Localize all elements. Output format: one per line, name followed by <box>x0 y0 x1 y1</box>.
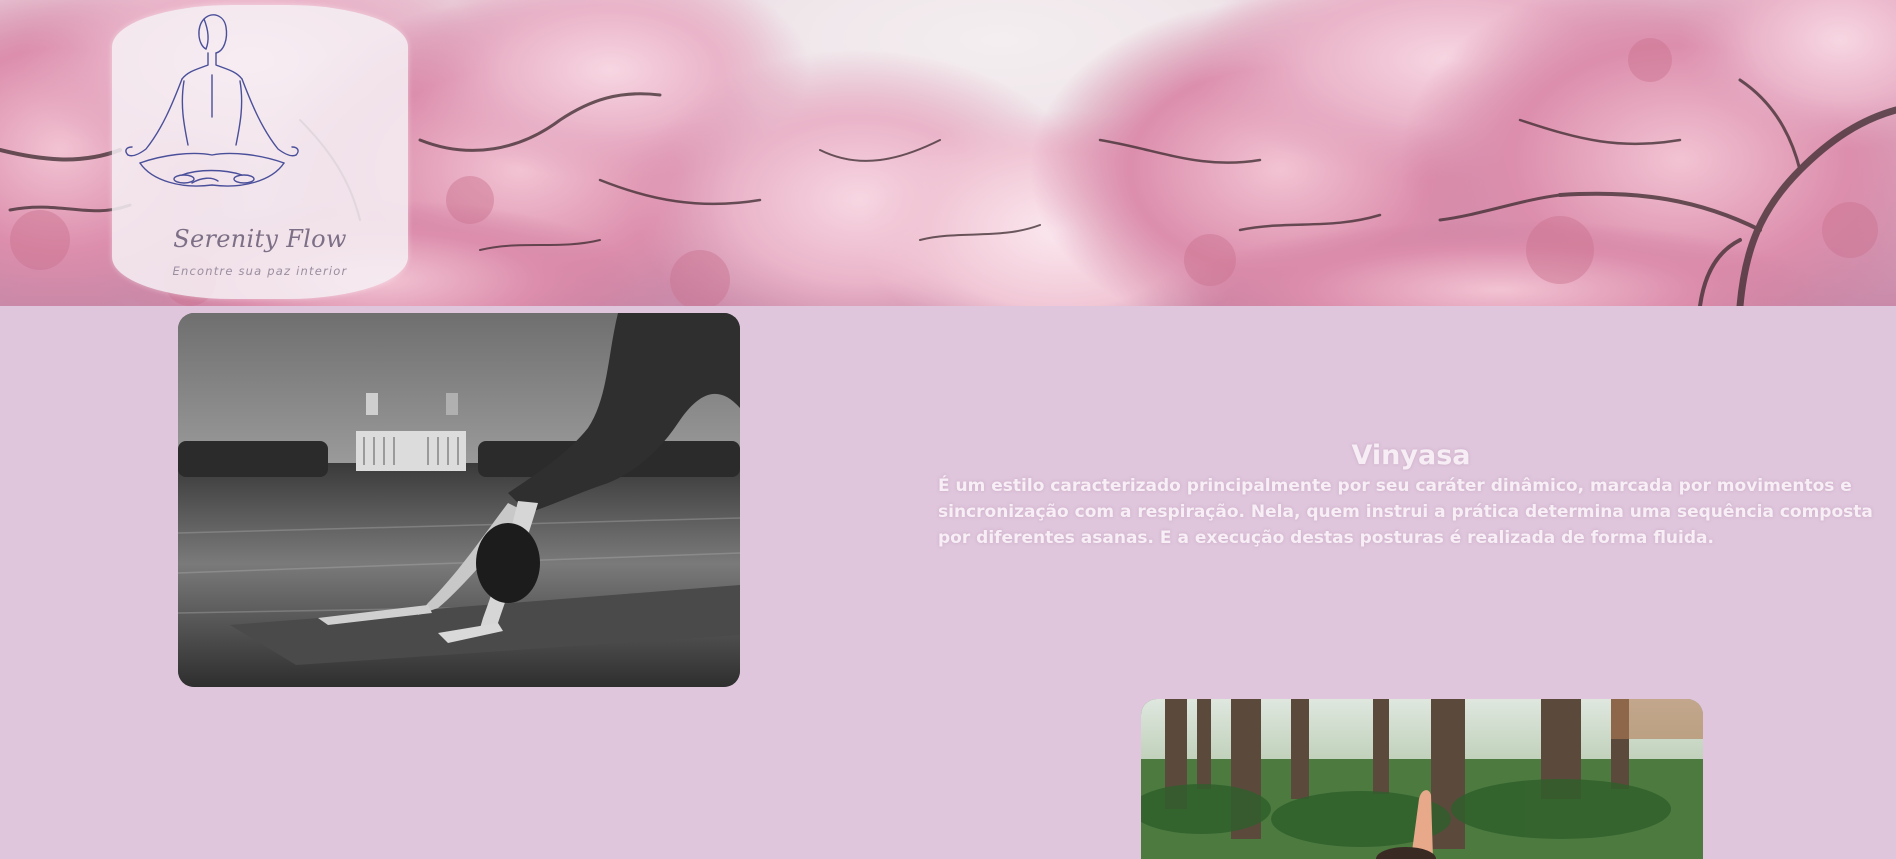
hero-banner: Serenity Flow Encontre sua paz interior <box>0 0 1896 306</box>
class-title: Vinyasa <box>1351 440 1471 471</box>
brand-logo[interactable]: Serenity Flow Encontre sua paz interior <box>112 5 408 299</box>
class-description: É um estilo caracterizado principalmente… <box>938 476 1873 548</box>
outdoor-forest-yoga-photo <box>1141 699 1703 859</box>
outdoor-forest-yoga-image <box>1141 699 1703 859</box>
downward-dog-pose-image <box>178 313 740 687</box>
brand-tagline: Encontre sua paz interior <box>172 264 348 278</box>
meditation-lotus-figure-icon <box>125 14 299 187</box>
brand-name: Serenity Flow <box>173 225 347 253</box>
class-info-vinyasa: Vinyasa É um estilo caracterizado princi… <box>938 440 1884 551</box>
downward-dog-pose-photo <box>178 313 740 687</box>
